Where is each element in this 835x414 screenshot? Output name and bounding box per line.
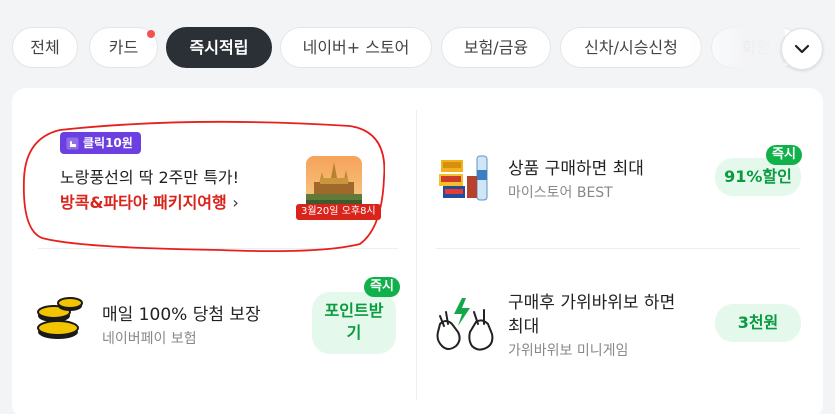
tab-insurance-finance[interactable]: 보험/금융 [441,27,551,68]
rock-paper-scissors-icon [436,298,494,351]
category-tab-bar: 전체 카드 즉시적립 네이버+ 스토어 보험/금융 신차/시승신청 회원 [0,0,835,92]
tab-scroll-fade [690,20,785,76]
row-divider-left [38,248,398,249]
product-bundle-image [439,155,488,201]
reward-pill[interactable]: 포인트받 기 [312,292,396,354]
instant-badge: 즉시 [364,277,400,297]
tab-card[interactable]: 카드 [89,27,158,68]
reward-text: 3천원 [737,313,779,332]
reward-text: 91%할인 [724,167,792,186]
pointer-hand-icon [66,137,79,149]
tab-label: 네이버+ 스토어 [302,38,410,57]
tab-label: 신차/시승신청 [584,38,678,57]
item-subtitle: 네이버페이 보험 [102,331,197,347]
reward-card: 클릭10원 노랑풍선의 딱 2주만 특가! 방콕&파타야 패키지여행 › 3월2… [12,88,823,414]
tab-instant-reward[interactable]: 즉시적립 [166,27,272,68]
tab-naver-plus-store[interactable]: 네이버+ 스토어 [280,27,432,68]
item-subtitle: 마이스토어 BEST [508,185,613,201]
ad-date-tag: 3월20일 오후8시 [296,204,381,220]
chevron-right-icon: › [232,193,239,212]
reward-pill[interactable]: 3천원 [715,304,801,342]
chevron-down-icon [794,44,810,54]
column-divider [416,110,417,400]
row-divider-right [436,248,800,249]
tab-label: 즉시적립 [189,38,249,57]
tab-label: 전체 [30,38,60,57]
badge-text: 클릭10원 [83,136,133,150]
item-title: 매일 100% 당첨 보장 [102,305,261,325]
ad-product-name: 방콕&파타야 패키지여행 [60,193,227,212]
reward-text-line2: 기 [346,323,362,342]
tab-new-car-test-drive[interactable]: 신차/시승신청 [560,27,702,68]
coin-stack-icon [37,297,83,339]
tab-all[interactable]: 전체 [12,27,78,68]
new-dot-badge [147,30,155,38]
item-title: 구매후 가위바위보 하면 [508,293,676,313]
ad-headline: 노랑풍선의 딱 2주만 특가! [60,168,240,187]
item-title-line2: 최대 [508,317,540,337]
click-reward-badge: 클릭10원 [60,132,141,154]
tab-label: 보험/금융 [463,38,529,57]
tab-label: 카드 [108,38,139,57]
reward-text: 포인트받 [324,301,384,320]
item-subtitle: 가위바위보 미니게임 [508,343,629,359]
item-title: 상품 구매하면 최대 [508,159,644,179]
expand-tabs-button[interactable] [781,28,823,70]
ad-product-link[interactable]: 방콕&파타야 패키지여행 › [60,189,239,213]
instant-badge: 즉시 [766,145,802,165]
